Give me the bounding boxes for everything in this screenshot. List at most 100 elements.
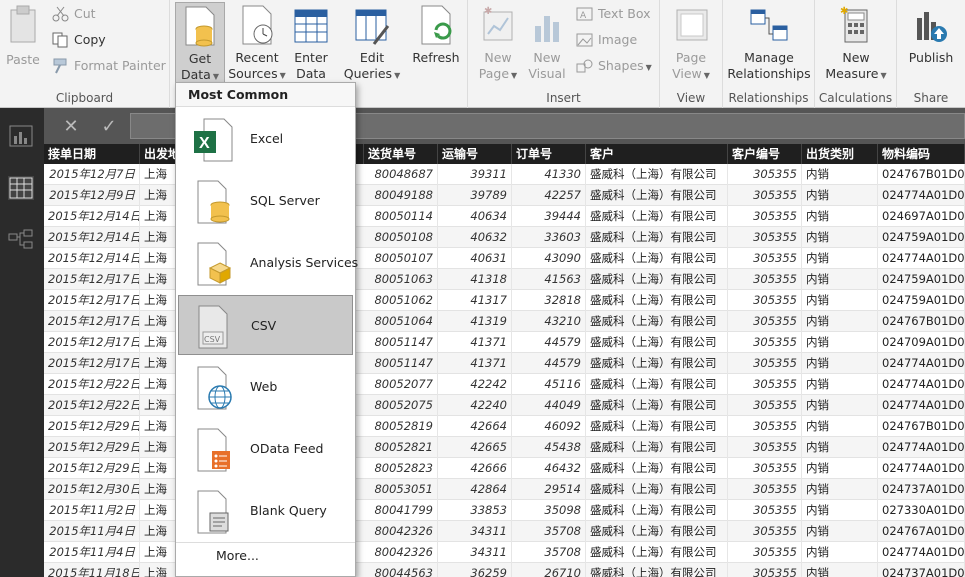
column-header[interactable]: 订单号 — [512, 144, 586, 164]
cut-button[interactable]: Cut — [50, 3, 96, 25]
table-cell[interactable]: 305355 — [728, 353, 802, 374]
table-cell[interactable]: 42666 — [438, 458, 512, 479]
table-cell[interactable]: 42257 — [512, 185, 586, 206]
table-cell[interactable]: 内销 — [802, 332, 878, 353]
table-cell[interactable]: 内销 — [802, 458, 878, 479]
table-cell[interactable]: 盛威科（上海）有限公司 — [586, 458, 728, 479]
table-cell[interactable]: 盛威科（上海）有限公司 — [586, 311, 728, 332]
column-header[interactable]: 物料编码 — [878, 144, 965, 164]
paste-button[interactable]: Paste — [2, 2, 44, 84]
table-cell[interactable]: 盛威科（上海）有限公司 — [586, 206, 728, 227]
column-header[interactable]: 客户编号 — [728, 144, 802, 164]
table-cell[interactable]: 盛威科（上海）有限公司 — [586, 416, 728, 437]
table-cell[interactable]: 44579 — [512, 332, 586, 353]
publish-button[interactable]: Publish — [903, 2, 959, 84]
table-cell[interactable]: 46092 — [512, 416, 586, 437]
table-cell[interactable]: 305355 — [728, 563, 802, 577]
table-cell[interactable]: 2015年12月22日 — [44, 395, 140, 416]
table-cell[interactable]: 39311 — [438, 164, 512, 185]
table-cell[interactable]: 024767B01D01 — [878, 416, 965, 437]
shapes-button[interactable]: Shapes ▼ — [574, 55, 652, 77]
table-cell[interactable]: 024774A01D01 — [878, 374, 965, 395]
table-cell[interactable]: 内销 — [802, 185, 878, 206]
table-cell[interactable]: 024774A01D01 — [878, 248, 965, 269]
table-cell[interactable]: 2015年12月14日 — [44, 248, 140, 269]
table-cell[interactable]: 内销 — [802, 269, 878, 290]
new-visual-button[interactable]: New Visual — [524, 2, 570, 84]
table-cell[interactable]: 41318 — [438, 269, 512, 290]
table-cell[interactable]: 41319 — [438, 311, 512, 332]
table-cell[interactable]: 305355 — [728, 416, 802, 437]
table-cell[interactable]: 内销 — [802, 542, 878, 563]
table-cell[interactable]: 盛威科（上海）有限公司 — [586, 227, 728, 248]
table-cell[interactable]: 80044563 — [364, 563, 438, 577]
confirm-formula-button[interactable]: ✓ — [94, 116, 124, 138]
recent-sources-button[interactable]: Recent Sources ▼ — [228, 2, 286, 84]
table-cell[interactable]: 80051063 — [364, 269, 438, 290]
table-cell[interactable]: 80049188 — [364, 185, 438, 206]
table-cell[interactable]: 40631 — [438, 248, 512, 269]
dropdown-item-csv[interactable]: CSV CSV — [178, 295, 353, 355]
table-cell[interactable]: 305355 — [728, 458, 802, 479]
table-cell[interactable]: 024759A01D01 — [878, 227, 965, 248]
enter-data-button[interactable]: Enter Data — [288, 2, 334, 84]
dropdown-item-web[interactable]: Web — [178, 357, 353, 417]
table-cell[interactable]: 35708 — [512, 521, 586, 542]
dropdown-item-excel[interactable]: X Excel — [178, 109, 353, 169]
table-cell[interactable]: 024709A01D02 — [878, 332, 965, 353]
new-page-button[interactable]: ✱ New Page ▼ — [472, 2, 524, 84]
cancel-formula-button[interactable]: ✕ — [56, 116, 86, 138]
column-header[interactable]: 运输号 — [438, 144, 512, 164]
table-cell[interactable]: 80053051 — [364, 479, 438, 500]
table-cell[interactable]: 80048687 — [364, 164, 438, 185]
table-cell[interactable]: 2015年12月29日 — [44, 458, 140, 479]
table-cell[interactable]: 80051062 — [364, 290, 438, 311]
copy-button[interactable]: Copy — [50, 29, 106, 51]
table-cell[interactable]: 盛威科（上海）有限公司 — [586, 479, 728, 500]
table-cell[interactable]: 40632 — [438, 227, 512, 248]
table-cell[interactable]: 42864 — [438, 479, 512, 500]
table-cell[interactable]: 41371 — [438, 332, 512, 353]
table-cell[interactable]: 内销 — [802, 437, 878, 458]
column-header[interactable]: 送货单号 — [364, 144, 438, 164]
table-cell[interactable]: 盛威科（上海）有限公司 — [586, 353, 728, 374]
table-cell[interactable]: 33853 — [438, 500, 512, 521]
table-cell[interactable]: 305355 — [728, 479, 802, 500]
table-cell[interactable]: 内销 — [802, 206, 878, 227]
table-cell[interactable]: 盛威科（上海）有限公司 — [586, 332, 728, 353]
dropdown-item-sql-server[interactable]: SQL Server — [178, 171, 353, 231]
table-cell[interactable]: 内销 — [802, 395, 878, 416]
table-cell[interactable]: 2015年12月9日 — [44, 185, 140, 206]
table-cell[interactable]: 80041799 — [364, 500, 438, 521]
table-cell[interactable]: 024767B01D01 — [878, 311, 965, 332]
table-cell[interactable]: 305355 — [728, 227, 802, 248]
table-cell[interactable]: 2015年12月14日 — [44, 206, 140, 227]
table-cell[interactable]: 305355 — [728, 206, 802, 227]
table-cell[interactable]: 305355 — [728, 500, 802, 521]
table-cell[interactable]: 80052819 — [364, 416, 438, 437]
table-cell[interactable]: 80051147 — [364, 332, 438, 353]
table-cell[interactable]: 80042326 — [364, 542, 438, 563]
table-cell[interactable]: 盛威科（上海）有限公司 — [586, 164, 728, 185]
table-cell[interactable]: 024774A01D01 — [878, 458, 965, 479]
get-data-button[interactable]: Get Data ▼ — [175, 2, 225, 84]
table-cell[interactable]: 42665 — [438, 437, 512, 458]
dropdown-item-odata[interactable]: OData Feed — [178, 419, 353, 479]
table-cell[interactable]: 024767A01D01 — [878, 521, 965, 542]
table-cell[interactable]: 305355 — [728, 521, 802, 542]
table-cell[interactable]: 027330A01D01 — [878, 500, 965, 521]
image-button[interactable]: Image — [574, 29, 637, 51]
table-cell[interactable]: 内销 — [802, 374, 878, 395]
edit-queries-button[interactable]: Edit Queries ▼ — [340, 2, 404, 84]
table-cell[interactable]: 39789 — [438, 185, 512, 206]
dropdown-item-blank-query[interactable]: Blank Query — [178, 481, 353, 541]
table-cell[interactable]: 2015年12月7日 — [44, 164, 140, 185]
table-cell[interactable]: 内销 — [802, 500, 878, 521]
table-cell[interactable]: 024774A01D01 — [878, 395, 965, 416]
table-cell[interactable]: 43210 — [512, 311, 586, 332]
table-cell[interactable]: 43090 — [512, 248, 586, 269]
table-cell[interactable]: 36259 — [438, 563, 512, 577]
page-view-button[interactable]: Page View ▼ — [666, 2, 716, 84]
table-cell[interactable]: 024774A01D01 — [878, 353, 965, 374]
table-cell[interactable]: 41563 — [512, 269, 586, 290]
